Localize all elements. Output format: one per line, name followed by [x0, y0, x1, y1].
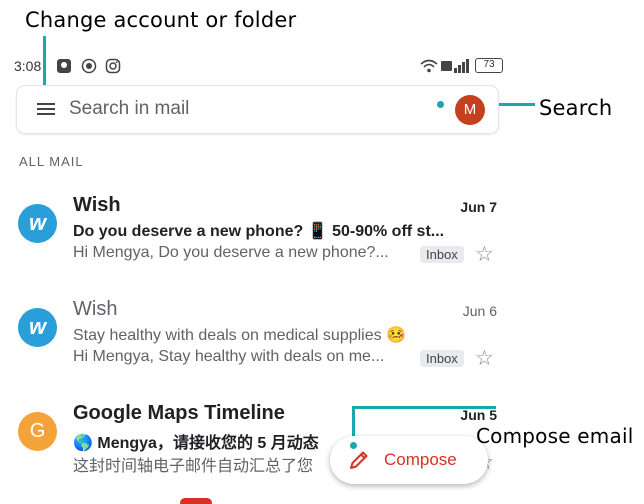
email-row[interactable]: w Wish Jun 6 Stay healthy with deals on … [0, 298, 510, 398]
battery-icon: 73 [475, 58, 503, 73]
star-icon[interactable]: ☆ [475, 346, 494, 371]
email-date: Jun 6 [462, 303, 497, 319]
sender-avatar[interactable]: w [18, 204, 57, 243]
email-snippet: Hi Mengya, Stay healthy with deals on me… [73, 348, 385, 365]
annotation-dot-search [437, 101, 444, 108]
sender-avatar[interactable]: w [18, 308, 57, 347]
email-sender: Wish [73, 298, 118, 320]
star-icon[interactable]: ☆ [475, 242, 494, 267]
sender-avatar[interactable]: G [18, 412, 57, 451]
status-bar: 3:08 73 [14, 56, 510, 78]
menu-icon[interactable] [37, 103, 55, 117]
annotation-search: Search [539, 96, 613, 120]
annotation-dot-compose [350, 442, 357, 449]
instagram-icon [105, 58, 121, 74]
inbox-label: Inbox [420, 246, 464, 263]
annotation-change-account: Change account or folder [25, 8, 297, 32]
email-subject: Do you deserve a new phone? 📱 50-90% off… [73, 223, 445, 240]
email-subject: Stay healthy with deals on medical suppl… [73, 327, 406, 344]
email-sender: Google Maps Timeline [73, 402, 285, 424]
search-bar[interactable]: Search in mail M [17, 86, 498, 133]
section-label: ALL MAIL [19, 154, 84, 169]
bottom-notification-badge [180, 498, 212, 504]
status-time: 3:08 [14, 58, 42, 74]
notification-app-icon [57, 59, 71, 73]
email-snippet: Hi Mengya, Do you deserve a new phone?..… [73, 244, 389, 261]
screen-record-icon [81, 58, 97, 74]
inbox-label: Inbox [420, 350, 464, 367]
account-avatar[interactable]: M [455, 95, 485, 125]
compose-label: Compose [384, 450, 457, 469]
annotation-line-compose-h [352, 406, 496, 409]
email-sender: Wish [73, 194, 121, 216]
battery-level: 73 [483, 59, 495, 70]
wifi-icon [420, 59, 438, 73]
signal-hd-icon [441, 59, 469, 73]
email-row[interactable]: w Wish Jun 7 Do you deserve a new phone?… [0, 194, 510, 294]
email-date: Jun 5 [460, 407, 497, 423]
pencil-icon [350, 451, 368, 469]
search-input[interactable]: Search in mail [69, 98, 189, 120]
email-date: Jun 7 [460, 199, 497, 215]
